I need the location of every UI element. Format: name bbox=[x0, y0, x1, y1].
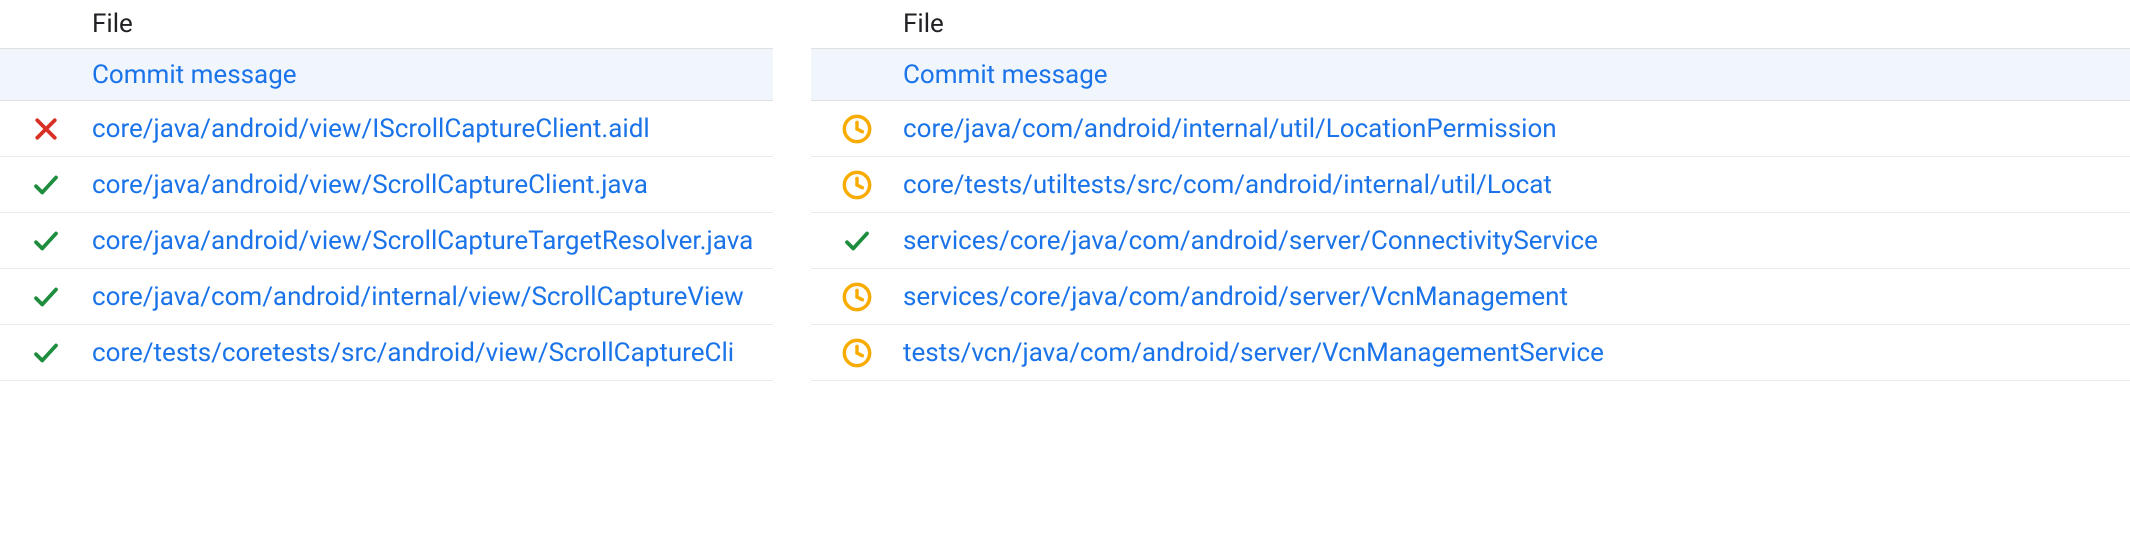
pending-icon bbox=[841, 337, 873, 369]
commit-message-row[interactable]: Commit message bbox=[0, 49, 773, 101]
file-path-link[interactable]: tests/vcn/java/com/android/server/VcnMan… bbox=[903, 338, 1604, 368]
file-path-link[interactable]: core/java/android/view/ScrollCaptureClie… bbox=[92, 170, 648, 200]
file-path-link[interactable]: services/core/java/com/android/server/Vc… bbox=[903, 282, 1568, 312]
file-list-panel-left: File Commit message core/java/android/vi… bbox=[0, 0, 773, 552]
file-row[interactable]: tests/vcn/java/com/android/server/VcnMan… bbox=[811, 325, 2130, 381]
pending-icon bbox=[841, 281, 873, 313]
status-icon-cell bbox=[0, 114, 92, 144]
pending-icon bbox=[841, 113, 873, 145]
status-icon-cell bbox=[811, 113, 903, 145]
file-row[interactable]: core/java/com/android/internal/view/Scro… bbox=[0, 269, 773, 325]
pending-icon bbox=[841, 169, 873, 201]
file-row[interactable]: core/tests/coretests/src/android/view/Sc… bbox=[0, 325, 773, 381]
status-icon-cell bbox=[0, 338, 92, 368]
file-header-label: File bbox=[903, 9, 944, 39]
pass-icon bbox=[840, 226, 874, 256]
status-icon-cell bbox=[0, 226, 92, 256]
status-icon-cell bbox=[0, 282, 92, 312]
file-path-link[interactable]: core/java/android/view/IScrollCaptureCli… bbox=[92, 114, 650, 144]
file-path-link[interactable]: core/java/com/android/internal/view/Scro… bbox=[92, 282, 744, 312]
status-icon-cell bbox=[811, 281, 903, 313]
file-path-link[interactable]: services/core/java/com/android/server/Co… bbox=[903, 226, 1598, 256]
file-path-link[interactable]: core/tests/utiltests/src/com/android/int… bbox=[903, 170, 1552, 200]
status-icon-cell bbox=[0, 170, 92, 200]
file-path-link[interactable]: core/java/com/android/internal/util/Loca… bbox=[903, 114, 1557, 144]
file-column-header: File bbox=[0, 0, 773, 49]
status-icon-cell bbox=[811, 337, 903, 369]
file-row[interactable]: services/core/java/com/android/server/Co… bbox=[811, 213, 2130, 269]
commit-message-label: Commit message bbox=[903, 60, 1108, 90]
pass-icon bbox=[29, 338, 63, 368]
file-path-link[interactable]: core/tests/coretests/src/android/view/Sc… bbox=[92, 338, 734, 368]
commit-message-row[interactable]: Commit message bbox=[811, 49, 2130, 101]
pass-icon bbox=[29, 226, 63, 256]
file-row[interactable]: core/tests/utiltests/src/com/android/int… bbox=[811, 157, 2130, 213]
status-icon-cell bbox=[811, 226, 903, 256]
file-row[interactable]: core/java/android/view/IScrollCaptureCli… bbox=[0, 101, 773, 157]
fail-icon bbox=[31, 114, 61, 144]
file-column-header: File bbox=[811, 0, 2130, 49]
file-row[interactable]: core/java/com/android/internal/util/Loca… bbox=[811, 101, 2130, 157]
status-icon-cell bbox=[811, 169, 903, 201]
pass-icon bbox=[29, 170, 63, 200]
file-row[interactable]: services/core/java/com/android/server/Vc… bbox=[811, 269, 2130, 325]
file-list-panel-right: File Commit message core/java/com/androi… bbox=[811, 0, 2130, 552]
commit-message-label: Commit message bbox=[92, 60, 297, 90]
pass-icon bbox=[29, 282, 63, 312]
file-header-label: File bbox=[92, 9, 133, 39]
file-path-link[interactable]: core/java/android/view/ScrollCaptureTarg… bbox=[92, 226, 753, 256]
file-row[interactable]: core/java/android/view/ScrollCaptureClie… bbox=[0, 157, 773, 213]
file-row[interactable]: core/java/android/view/ScrollCaptureTarg… bbox=[0, 213, 773, 269]
